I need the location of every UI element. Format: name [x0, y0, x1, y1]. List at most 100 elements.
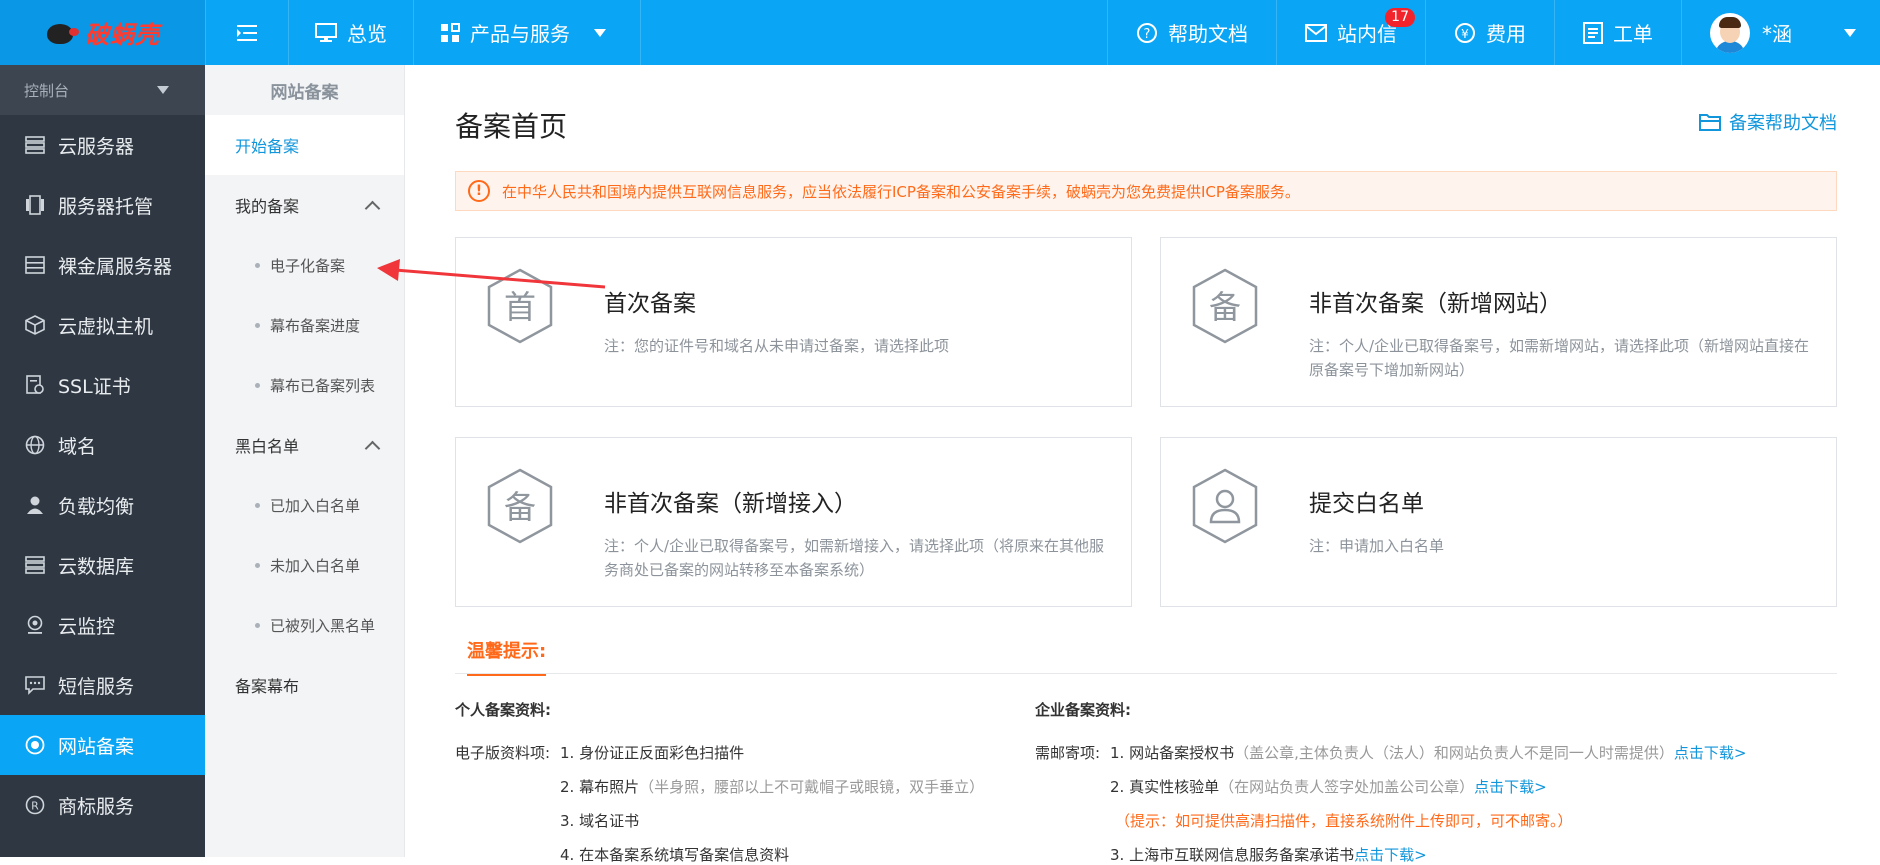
console-switcher[interactable]: 控制台: [0, 65, 205, 115]
bare-metal-icon: [24, 254, 46, 276]
bullet-icon: [255, 562, 260, 568]
nav-billing[interactable]: ¥ 费用: [1425, 0, 1554, 65]
tips-tab[interactable]: 温馨提示:: [467, 637, 547, 676]
card-title: 非首次备案（新增网站）: [1309, 291, 1562, 317]
user-menu[interactable]: *涵: [1681, 0, 1880, 65]
subnav-group-label: 我的备案: [235, 197, 300, 216]
card-first-record[interactable]: 首 首次备案 注：您的证件号和域名从未申请过备案，请选择此项: [455, 237, 1132, 407]
subnav-item-label: 已被列入黑名单: [270, 616, 376, 635]
sidebar-item-label: 商标服务: [58, 795, 135, 818]
personal-item-2-text: 2. 幕布照片: [560, 778, 640, 796]
nav-billing-label: 费用: [1486, 22, 1526, 46]
sidebar-item-database[interactable]: 云数据库: [0, 535, 205, 595]
sidebar-item-virtual-host[interactable]: 云虚拟主机: [0, 295, 205, 355]
card-note: 注：申请加入白名单: [1309, 537, 1445, 555]
nav-overview[interactable]: 总览: [289, 0, 414, 65]
menu-toggle-button[interactable]: [205, 0, 289, 65]
nav-products-label: 产品与服务: [470, 22, 570, 46]
sidebar-item-trademark[interactable]: R 商标服务: [0, 775, 205, 835]
nav-tickets[interactable]: 工单: [1554, 0, 1681, 65]
sidebar-item-load-balancer[interactable]: 负载均衡: [0, 475, 205, 535]
sidebar-item-label: 网站备案: [58, 735, 135, 758]
enterprise-item-3: 3. 上海市互联网信息服务备案承诺书点击下载>: [1110, 844, 1427, 865]
warning-icon: !: [468, 180, 490, 202]
sidebar-item-cloud-server[interactable]: 云服务器: [0, 115, 205, 175]
messages-count-badge: 17: [1385, 8, 1415, 27]
card-whitelist[interactable]: 提交白名单 注：申请加入白名单: [1160, 437, 1837, 607]
sidebar-item-label: 域名: [58, 435, 97, 458]
database-icon: [24, 554, 46, 576]
bullet-icon: [255, 382, 260, 388]
subnav-blacklisted[interactable]: 已被列入黑名单: [205, 595, 404, 655]
svg-text:首: 首: [504, 288, 536, 326]
sidebar-item-label: 负载均衡: [58, 495, 135, 518]
trademark-icon: R: [24, 794, 46, 816]
menu-fold-icon: [237, 24, 257, 41]
svg-text:?: ?: [1144, 27, 1151, 42]
subnav-record-curtain[interactable]: 备案幕布: [205, 655, 404, 715]
load-balancer-icon: [24, 494, 46, 516]
hexagon-first-icon: 首: [487, 268, 553, 344]
enterprise-label: 需邮寄项:: [1035, 744, 1101, 762]
enterprise-hint: （提示：如可提供高清扫描件，直接系统附件上传即可，可不邮寄。）: [1115, 812, 1573, 830]
subnav-item-label: 未加入白名单: [270, 556, 361, 575]
card-new-website[interactable]: 备 非首次备案（新增网站） 注：个人/企业已取得备案号，如需新增网站，请选择此项…: [1160, 237, 1837, 407]
personal-heading: 个人备案资料:: [455, 701, 551, 719]
sms-icon: [24, 674, 46, 696]
download-verification-link[interactable]: 点击下载>: [1474, 778, 1547, 796]
icp-notice-banner: ! 在中华人民共和国境内提供互联网信息服务，应当依法履行ICP备案和公安备案手续…: [455, 171, 1837, 211]
enterprise-item-3-text: 3. 上海市互联网信息服务备案承诺书: [1110, 846, 1355, 864]
nav-help-docs[interactable]: ? 帮助文档: [1107, 0, 1276, 65]
sidebar-item-label: 云监控: [58, 615, 116, 638]
monitor-icon: [24, 614, 46, 636]
subnav-item-label: 电子化备案: [270, 256, 346, 275]
top-bar: 破蜗壳 总览 产品与服务 ? 帮助文档 站内信 17 ¥ 费用 工单 *涵: [0, 0, 1880, 65]
sidebar-item-hosting[interactable]: 服务器托管: [0, 175, 205, 235]
hexagon-record-icon: 备: [1192, 268, 1258, 344]
enterprise-heading: 企业备案资料:: [1035, 701, 1131, 719]
sidebar-item-ssl[interactable]: SSL证书: [0, 355, 205, 415]
sidebar-item-domain[interactable]: 域名: [0, 415, 205, 475]
subnav-curtain-progress[interactable]: 幕布备案进度: [205, 295, 404, 355]
sidebar-item-monitor[interactable]: 云监控: [0, 595, 205, 655]
bullet-icon: [255, 502, 260, 508]
download-commitment-link[interactable]: 点击下载>: [1354, 846, 1427, 864]
sidebar-item-label: 云服务器: [58, 135, 135, 158]
subnav-electronic-record[interactable]: 电子化备案: [205, 235, 404, 295]
personal-item-2-note: （半身照，腰部以上不可戴帽子或眼镜，双手垂立）: [639, 778, 985, 796]
subnav-title: 网站备案: [270, 82, 339, 103]
sidebar-item-label: 云数据库: [58, 555, 135, 578]
bullet-icon: [255, 622, 260, 628]
subnav-item-label: 幕布已备案列表: [270, 376, 376, 395]
subnav-not-whitelisted[interactable]: 未加入白名单: [205, 535, 404, 595]
nav-overview-label: 总览: [347, 22, 387, 46]
card-new-access[interactable]: 备 非首次备案（新增接入） 注：个人/企业已取得备案号，如需新增接入，请选择此项…: [455, 437, 1132, 607]
subnav-group-blackwhite[interactable]: 黑白名单: [205, 415, 404, 475]
sidebar-item-bare-metal[interactable]: 裸金属服务器: [0, 235, 205, 295]
nav-messages[interactable]: 站内信 17: [1276, 0, 1425, 65]
console-label: 控制台: [24, 81, 70, 100]
svg-text:R: R: [31, 800, 39, 813]
subnav-start-record[interactable]: 开始备案: [205, 115, 404, 175]
sidebar-item-website-record[interactable]: 网站备案: [0, 715, 205, 775]
subnav-whitelisted[interactable]: 已加入白名单: [205, 475, 404, 535]
subnav-group-my-records[interactable]: 我的备案: [205, 175, 404, 235]
nav-products-dropdown[interactable]: 产品与服务: [414, 0, 641, 65]
cube-icon: [24, 314, 46, 336]
record-help-docs-link[interactable]: 备案帮助文档: [1699, 109, 1837, 135]
nav-help-docs-label: 帮助文档: [1168, 22, 1248, 46]
yen-circle-icon: ¥: [1455, 22, 1475, 43]
download-authorization-link[interactable]: 点击下载>: [1674, 744, 1747, 762]
card-note: 注：个人/企业已取得备案号，如需新增接入，请选择此项（将原来在其他服务商处已备案…: [604, 537, 1105, 579]
notice-text: 在中华人民共和国境内提供互联网信息服务，应当依法履行ICP备案和公安备案手续，破…: [502, 182, 1300, 201]
card-title: 非首次备案（新增接入）: [604, 491, 857, 517]
divider: [455, 673, 1837, 674]
enterprise-item-1: 1. 网站备案授权书（盖公章,主体负责人（法人）和网站负责人不是同一人时需提供）…: [1110, 742, 1746, 763]
personal-item-1: 1. 身份证正反面彩色扫描件: [560, 744, 745, 762]
subnav-curtain-list[interactable]: 幕布已备案列表: [205, 355, 404, 415]
monitor-icon: [315, 22, 337, 42]
brand-logo[interactable]: 破蜗壳: [0, 0, 205, 65]
hexagon-user-icon: [1192, 468, 1258, 544]
sidebar-item-sms[interactable]: 短信服务: [0, 655, 205, 715]
card-note: 注：您的证件号和域名从未申请过备案，请选择此项: [604, 337, 950, 355]
